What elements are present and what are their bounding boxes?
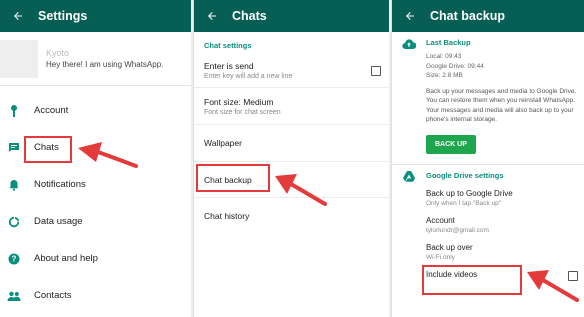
setting-subtitle: Wi-Fi only	[426, 253, 455, 261]
setting-title: Enter is send	[204, 61, 254, 71]
menu-label: Contacts	[34, 290, 72, 301]
chats-appbar: Chats	[194, 0, 389, 32]
profile-row[interactable]: Kyoto Hey there! I am using WhatsApp.	[0, 32, 191, 86]
setting-subtitle: Font size for chat screen	[204, 108, 281, 116]
settings-panel: Settings Kyoto Hey there! I am using Wha…	[0, 0, 191, 317]
setting-subtitle: tylorlundr@gmail.com	[426, 226, 489, 234]
pointer-arrow-icon	[275, 174, 327, 206]
menu-item-account[interactable]: Account	[0, 92, 191, 129]
backup-description: Back up your messages and media to Googl…	[426, 87, 577, 124]
menu-item-contacts[interactable]: Contacts	[0, 277, 191, 314]
help-icon: ?	[7, 252, 21, 266]
page-title: Chat backup	[430, 9, 506, 23]
setting-title: Wallpaper	[204, 138, 242, 148]
section-header-chat-settings: Chat settings	[204, 41, 252, 50]
google-drive-settings-title: Google Drive settings	[426, 170, 504, 180]
back-arrow-icon[interactable]	[402, 8, 418, 24]
chats-highlight	[24, 136, 72, 163]
avatar[interactable]	[0, 39, 38, 78]
back-arrow-icon[interactable]	[10, 8, 26, 24]
backup-size: Size: 2.8 MB	[426, 72, 463, 79]
back-up-button[interactable]: BACK UP	[426, 134, 476, 154]
bell-icon	[7, 178, 21, 192]
last-backup-section: Last Backup Local: 09:43 Google Drive: 0…	[392, 32, 584, 154]
setting-font-size[interactable]: Font size: Medium Font size for chat scr…	[194, 88, 389, 125]
setting-title: Back up to Google Drive	[426, 188, 513, 198]
setting-title: Chat history	[204, 211, 250, 221]
settings-appbar: Settings	[0, 0, 191, 32]
menu-label: Data usage	[34, 216, 83, 227]
google-drive-settings-section: Google Drive settings Back up to Google …	[392, 165, 584, 281]
setting-account[interactable]: Account tylorlundr@gmail.com	[426, 216, 584, 234]
profile-status: Hey there! I am using WhatsApp.	[46, 60, 164, 69]
setting-title: Back up over	[426, 242, 473, 252]
local-backup-time: Local: 09:43	[426, 53, 462, 60]
last-backup-title: Last Backup	[426, 38, 471, 47]
setting-backup-to-google-drive[interactable]: Back up to Google Drive Only when I tap …	[426, 189, 584, 207]
google-drive-backup-time: Google Drive: 09:44	[426, 62, 484, 70]
chat-backup-highlight	[196, 164, 270, 192]
menu-item-notifications[interactable]: Notifications	[0, 166, 191, 203]
menu-label: About and help	[34, 253, 98, 264]
chats-panel: Chats Chat settings Enter is send Enter …	[193, 0, 389, 317]
backup-over-highlight	[422, 265, 522, 295]
pointer-arrow-icon	[527, 270, 579, 302]
menu-label: Notifications	[34, 179, 86, 190]
setting-enter-is-send[interactable]: Enter is send Enter key will add a new l…	[194, 54, 389, 88]
menu-item-data-usage[interactable]: Data usage	[0, 203, 191, 240]
key-icon	[7, 104, 21, 118]
chat-backup-appbar: Chat backup	[392, 0, 584, 32]
setting-wallpaper[interactable]: Wallpaper	[194, 125, 389, 162]
setting-title: Font size: Medium	[204, 96, 274, 107]
setting-subtitle: Only when I tap "Back up"	[426, 199, 502, 207]
enter-is-send-checkbox[interactable]	[371, 65, 381, 76]
svg-text:?: ?	[12, 254, 17, 263]
pointer-arrow-icon	[78, 142, 138, 168]
chat-icon	[7, 141, 21, 155]
setting-title: Account	[426, 215, 455, 225]
cloud-upload-icon	[402, 36, 417, 154]
menu-item-about-help[interactable]: ? About and help	[0, 240, 191, 277]
data-usage-icon	[7, 215, 21, 229]
setting-backup-over[interactable]: Back up over Wi-Fi only	[426, 243, 584, 261]
menu-label: Account	[34, 105, 69, 116]
page-title: Settings	[38, 9, 88, 23]
profile-name: Kyoto	[46, 48, 70, 58]
google-drive-icon	[403, 169, 415, 279]
page-title: Chats	[232, 9, 267, 23]
contacts-icon	[7, 289, 21, 303]
back-arrow-icon[interactable]	[204, 8, 220, 24]
setting-subtitle: Enter key will add a new line	[204, 73, 293, 80]
chat-backup-panel: Chat backup Last Backup Local: 09:43 Goo…	[391, 0, 584, 317]
